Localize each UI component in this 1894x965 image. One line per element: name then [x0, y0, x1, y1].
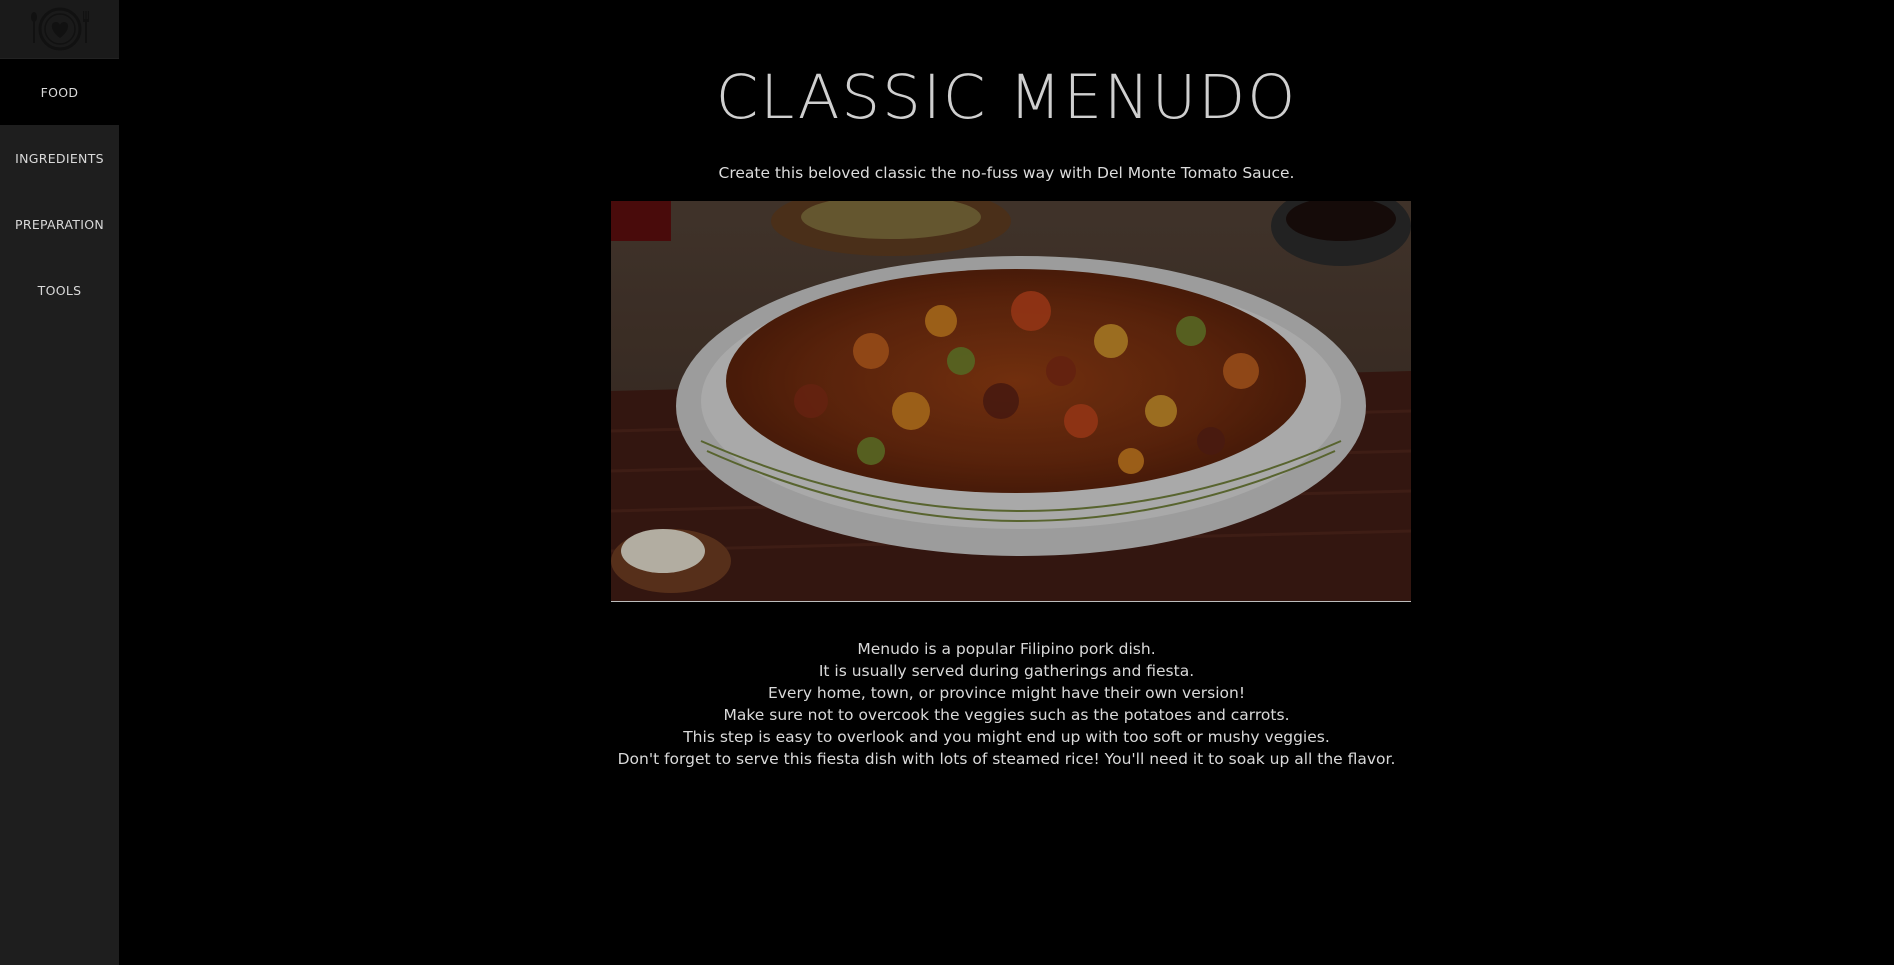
menudo-dish-photo — [611, 201, 1411, 601]
hero-image — [611, 201, 1411, 602]
main-content: CLASSIC MENUDO Create this beloved class… — [119, 0, 1894, 965]
nav-item-label: TOOLS — [37, 282, 82, 298]
nav-item-food[interactable]: FOOD — [0, 59, 119, 125]
description-line: It is usually served during gatherings a… — [818, 662, 1195, 680]
plate-heart-fork-spoon-icon — [30, 7, 89, 51]
description-line: Menudo is a popular Filipino pork dish. — [857, 640, 1156, 658]
page-title: CLASSIC MENUDO — [715, 62, 1298, 133]
description-line: Every home, town, or province might have… — [767, 684, 1246, 702]
description-line: Make sure not to overcook the veggies su… — [723, 706, 1290, 724]
description: Menudo is a popular Filipino pork dish. … — [119, 638, 1894, 770]
nav-item-tools[interactable]: TOOLS — [0, 257, 119, 323]
nav-item-label: INGREDIENTS — [15, 150, 104, 166]
sidebar: FOOD INGREDIENTS PREPARATION TOOLS — [0, 0, 119, 965]
page-subtitle: Create this beloved classic the no-fuss … — [718, 164, 1295, 182]
nav-item-ingredients[interactable]: INGREDIENTS — [0, 125, 119, 191]
logo[interactable] — [0, 0, 119, 59]
nav-item-preparation[interactable]: PREPARATION — [0, 191, 119, 257]
description-line: This step is easy to overlook and you mi… — [683, 728, 1330, 746]
nav-item-label: PREPARATION — [15, 216, 104, 232]
description-line: Don't forget to serve this fiesta dish w… — [617, 750, 1396, 768]
nav-item-label: FOOD — [40, 84, 79, 100]
